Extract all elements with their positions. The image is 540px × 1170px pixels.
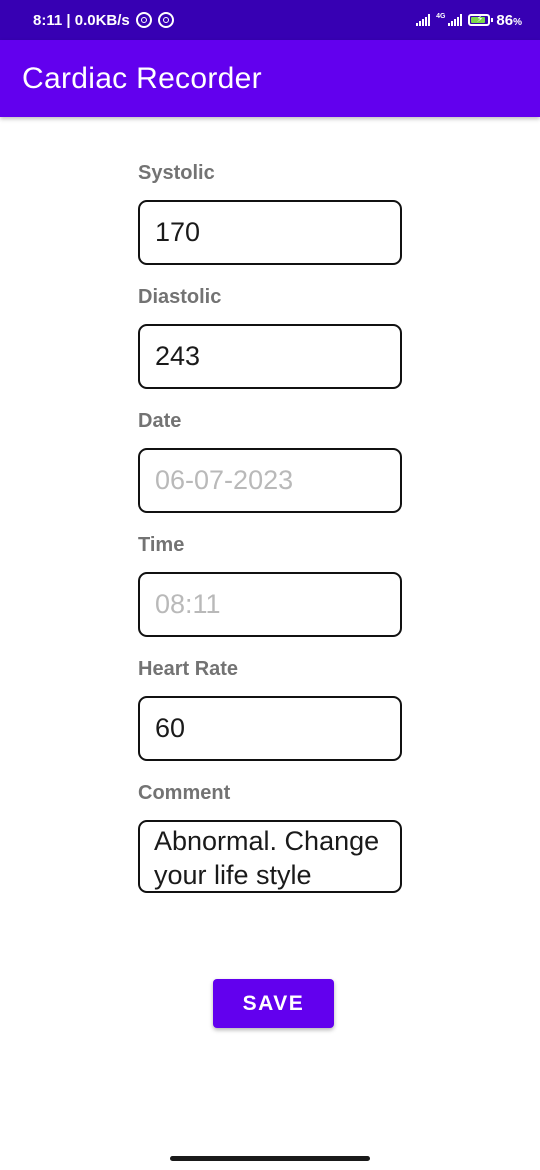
status-bar: 8:11 | 0.0KB/s 4G ⚡ 86% [0,0,540,40]
save-button[interactable]: SAVE [213,979,334,1028]
location-icon [135,12,152,28]
signal-4g-icon [448,14,463,26]
time-input[interactable] [138,572,402,637]
diastolic-input[interactable] [138,324,402,389]
app-title: Cardiac Recorder [22,62,262,95]
systolic-label: Systolic [138,162,215,184]
sync-icon [157,12,174,28]
date-input[interactable] [138,448,402,513]
status-time: 8:11 | 0.0KB/s [33,11,130,29]
battery-percent: 86% [496,11,522,29]
systolic-input[interactable] [138,200,402,265]
app-bar: Cardiac Recorder [0,40,540,117]
diastolic-label: Diastolic [138,286,222,308]
time-label: Time [138,534,185,556]
record-form: Systolic Diastolic Date Time Heart Rate … [138,158,402,893]
status-left: 8:11 | 0.0KB/s [33,0,174,40]
heart-rate-input[interactable] [138,696,402,761]
status-right: 4G ⚡ 86% [416,0,522,40]
heart-rate-label: Heart Rate [138,658,239,680]
comment-input[interactable]: Abnormal. Change your life style [138,820,402,893]
signal-icon [416,14,431,26]
date-label: Date [138,410,182,432]
home-indicator[interactable] [170,1156,370,1161]
battery-charging-icon: ⚡ [468,14,494,26]
network-type-label: 4G [436,13,446,20]
comment-label: Comment [138,782,231,804]
charging-bolt-icon: ⚡ [476,14,484,25]
